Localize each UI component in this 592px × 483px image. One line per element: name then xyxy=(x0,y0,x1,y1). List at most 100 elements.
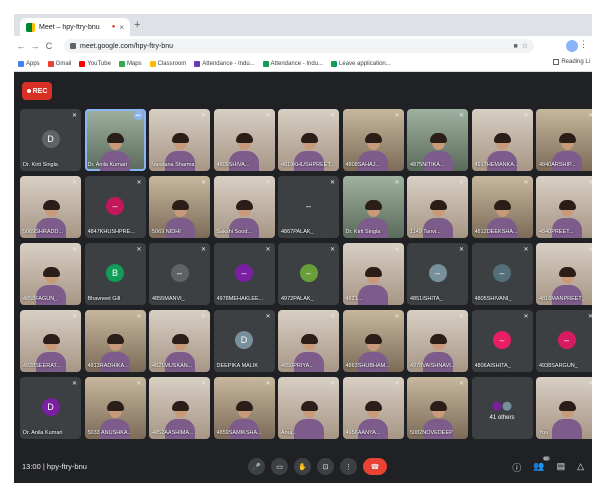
meeting-info-button[interactable]: ⓘ xyxy=(512,461,521,474)
camera-permission-icon[interactable]: ■ xyxy=(513,43,517,50)
people-button[interactable]: 👥 50 xyxy=(533,456,550,474)
microphone-button[interactable]: 🎤 xyxy=(248,458,265,475)
bookmark-icon xyxy=(331,60,338,67)
participant-tile[interactable]: – 4938SARGUN_ ✕ xyxy=(536,310,592,372)
mic-off-icon: ✕ xyxy=(587,180,592,186)
profile-avatar[interactable] xyxy=(566,40,578,52)
participant-tile[interactable]: 4840PREET... ✕ xyxy=(536,176,592,238)
bookmark-item[interactable]: Maps xyxy=(118,60,142,67)
mic-off-icon: ✕ xyxy=(458,314,464,320)
participant-tile[interactable]: – 4972PALAK_ ✕ xyxy=(278,243,339,305)
activities-button[interactable]: △ xyxy=(577,461,584,474)
address-bar[interactable]: meet.google.com/hpy-ftry-bnu ■ ☆ xyxy=(64,39,534,53)
participant-tile[interactable]: 5082NOVEDEEP ✕ xyxy=(407,377,468,439)
camera-icon: ▭ xyxy=(276,463,283,471)
participant-tile[interactable]: B Bhavneet Gill ✕ xyxy=(84,243,146,305)
participant-tile[interactable]: 4859SAMIKSHA... ✕ xyxy=(213,377,275,439)
tab-meet[interactable]: Meet – hpy-ftry-bnu ● × xyxy=(20,18,130,36)
participant-tile[interactable]: 41 others xyxy=(471,377,533,439)
participant-tile[interactable]: 4858FAGUN_ ✕ xyxy=(20,243,81,305)
participant-tile[interactable]: 4819KHUSHPREET... ✕ xyxy=(278,109,339,171)
participant-tile[interactable]: 4821MUSKAN... ✕ xyxy=(149,310,210,372)
back-button[interactable]: ← xyxy=(14,41,28,51)
mic-off-icon: ✕ xyxy=(265,113,271,119)
participant-tile[interactable]: 5069 NIDHI ✕ xyxy=(149,176,210,238)
bookmark-item[interactable]: Attendance - Indu... xyxy=(194,60,255,67)
participant-name: 4978VAISHNAVI... xyxy=(410,363,456,369)
participant-name: 4938SARGUN_ xyxy=(539,363,578,369)
camera-button[interactable]: ▭ xyxy=(271,458,288,475)
participant-tile[interactable]: – 4851ISHITA_ ✕ xyxy=(407,243,468,305)
participant-tile[interactable]: 5069SHRADD... ✕ xyxy=(20,176,81,238)
participant-tile[interactable]: 4808SAHAJ... ✕ xyxy=(342,109,404,171)
participant-tile[interactable]: – 4978MEHAKLEE... ✕ xyxy=(213,243,275,305)
participant-tile[interactable]: 4812DEEKSHA... ✕ xyxy=(471,176,533,238)
participant-name: DEEPIKA MALIK xyxy=(216,363,259,369)
participant-tile[interactable]: 4840ARSHIP... ✕ xyxy=(536,109,592,171)
bookmark-item[interactable]: YouTube xyxy=(79,60,111,67)
participant-tile[interactable]: 4863SHUBHAM... ✕ xyxy=(342,310,404,372)
participant-name: Anuj... xyxy=(281,430,297,436)
participant-tile[interactable]: Dr. Anila Kumari ••• xyxy=(84,109,146,171)
bookmark-item[interactable]: Attendance - Indu... xyxy=(262,60,323,67)
participant-tile[interactable]: D Dr. Kirti Singla ✕ xyxy=(20,109,81,171)
participant-tile[interactable]: 5033 ANUSHKA... ✕ xyxy=(84,377,146,439)
participant-tile[interactable]: D DEEPIKA MALIK ✕ xyxy=(213,310,275,372)
participant-grid: D Dr. Kirti Singla ✕ Dr. Anila Kumari ••• Van… xyxy=(20,109,592,483)
participant-tile[interactable]: – 4806AISHITA_ ✕ xyxy=(471,310,533,372)
bookmark-item[interactable]: Apps xyxy=(18,60,40,67)
participant-tile[interactable]: D Dr. Anila Kumari ✕ xyxy=(20,377,81,439)
more-options-button[interactable]: ⋮ xyxy=(340,458,357,475)
bookmark-item[interactable]: Gmail xyxy=(47,60,71,67)
participant-tile[interactable]: – 4805SHIVANI_ ✕ xyxy=(471,243,533,305)
present-button[interactable]: ⊡ xyxy=(317,458,334,475)
participant-tile[interactable]: 4917HEMANKA... ✕ xyxy=(471,109,533,171)
participant-tile[interactable]: 4978VAISHNAVI... ✕ xyxy=(407,310,468,372)
participant-tile[interactable]: Anuj... ✕ xyxy=(278,377,339,439)
side-panel-controls: ⓘ 👥 50 ▤ △ xyxy=(512,456,584,474)
mic-off-icon: ✕ xyxy=(329,113,335,119)
raise-hand-button[interactable]: ✋ xyxy=(294,458,311,475)
participant-tile[interactable]: 4875NITIKA... ✕ xyxy=(407,109,468,171)
others-avatars xyxy=(492,401,512,411)
reload-button[interactable]: C xyxy=(42,41,56,51)
mic-off-icon: ✕ xyxy=(587,381,592,387)
forward-button[interactable]: → xyxy=(28,41,42,51)
chat-button[interactable]: ▤ xyxy=(557,461,566,474)
participant-tile[interactable]: You ✕ xyxy=(536,377,592,439)
participant-tile[interactable]: 4928SEERAT... ✕ xyxy=(20,310,81,372)
more-options-icon[interactable]: ••• xyxy=(133,111,143,120)
participant-tile[interactable]: 4809SHIVA... ✕ xyxy=(213,109,275,171)
participant-tile[interactable]: 4816MANPREET_ ✕ xyxy=(536,243,592,305)
participant-tile[interactable]: Dr. Kirti Singla ✕ xyxy=(342,176,404,238)
browser-menu-icon[interactable]: ⋮ xyxy=(579,39,588,50)
hand-icon: ✋ xyxy=(298,463,307,471)
participant-name: 4812DEEKSHA... xyxy=(474,229,518,235)
participant-tile[interactable]: Vandana Sharma ✕ xyxy=(149,109,210,171)
participant-tile[interactable]: 4821... ✕ xyxy=(342,243,404,305)
participant-tile[interactable]: Sakshi Sood... ✕ xyxy=(213,176,275,238)
participant-tile[interactable]: – 4847KHUSHPRE... ✕ xyxy=(84,176,146,238)
bookmark-item[interactable]: Classroom xyxy=(149,60,186,67)
mic-off-icon: ✕ xyxy=(458,113,464,119)
participant-tile[interactable]: – 4855MANVI_ ✕ xyxy=(149,243,210,305)
participant-avatar: – xyxy=(235,264,253,283)
participant-tile[interactable]: – 4867PALAK_ ✕ xyxy=(278,176,339,238)
participant-tile[interactable]: 4813RADHIKA... ✕ xyxy=(84,310,146,372)
reading-list-button[interactable]: Reading Li xyxy=(553,59,590,65)
participant-tile[interactable]: 4852AASHIMA... ✕ xyxy=(149,377,210,439)
participant-tile[interactable]: 1149 Tanvi... ✕ xyxy=(407,176,468,238)
participant-tile[interactable]: 4850PRIYA... ✕ xyxy=(278,310,339,372)
mic-off-icon: ✕ xyxy=(136,247,142,253)
leave-call-button[interactable]: ☎ xyxy=(363,458,387,475)
participant-name: Bhavneet Gill xyxy=(87,296,121,302)
present-screen-icon: ⊡ xyxy=(322,463,329,471)
bookmark-item[interactable]: Leave application... xyxy=(331,60,391,67)
participant-name: 4840PREET... xyxy=(539,229,574,235)
bookmark-star-icon[interactable]: ☆ xyxy=(522,42,528,50)
participant-name: 4805SHIVANI_ xyxy=(474,296,512,302)
participant-avatar: – xyxy=(170,264,189,283)
participant-tile[interactable]: 4956AANYA... ✕ xyxy=(342,377,404,439)
new-tab-button[interactable]: + xyxy=(134,19,140,31)
tab-close-icon[interactable]: × xyxy=(119,23,124,32)
